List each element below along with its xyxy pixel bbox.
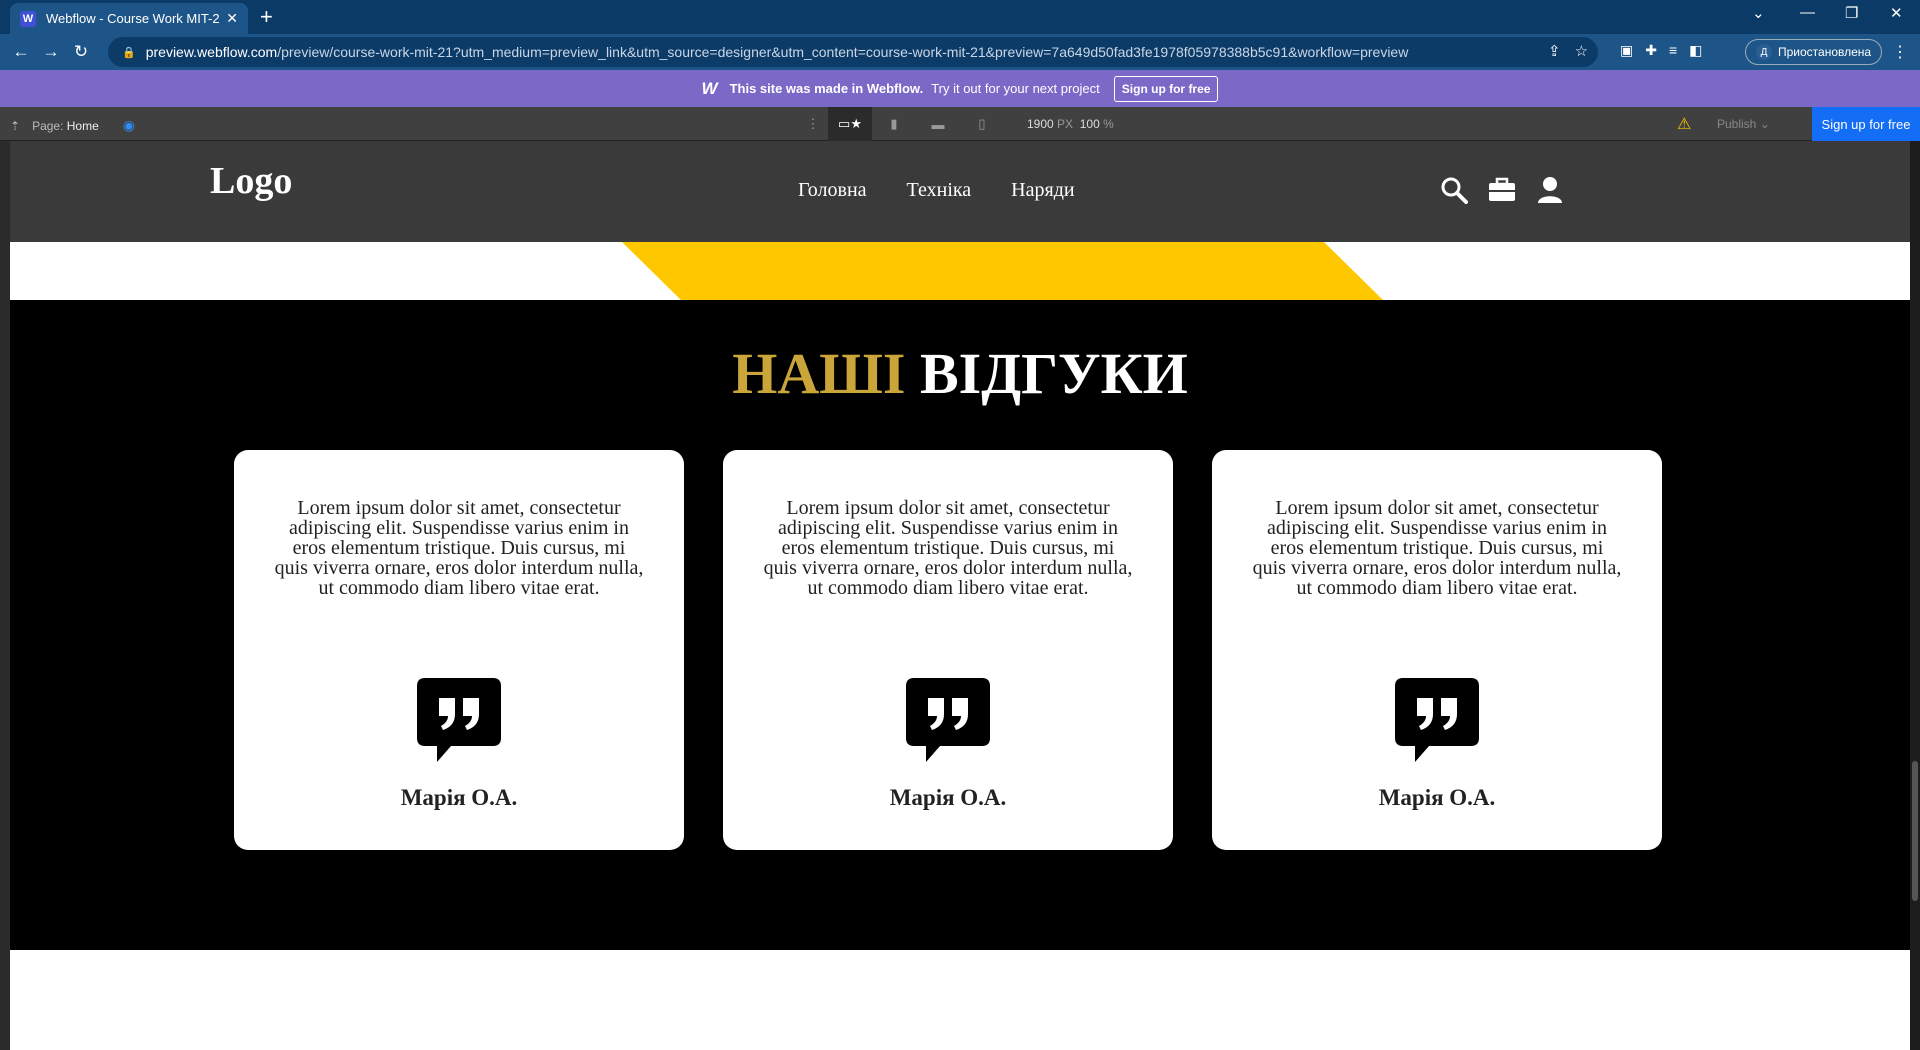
nav-link-outfits[interactable]: Наряди bbox=[1011, 179, 1074, 202]
quote-bubble-icon bbox=[906, 678, 990, 769]
review-text: Lorem ipsum dolor sit amet, consectetur … bbox=[763, 497, 1133, 599]
mobile-breakpoint-icon[interactable]: ▯ bbox=[960, 107, 1004, 141]
made-in-webflow-text: This site was made in Webflow. bbox=[729, 81, 924, 96]
search-icon[interactable] bbox=[1440, 176, 1468, 204]
try-it-text: Try it out for your next project bbox=[931, 81, 1100, 96]
warning-icon[interactable]: ⚠ bbox=[1677, 114, 1691, 134]
tab-title: Webflow - Course Work MIT-21 bbox=[46, 11, 221, 26]
url-host: preview.webflow.com bbox=[145, 44, 278, 60]
canvas-size-readout: 1900 PX 100 % bbox=[1027, 117, 1114, 131]
publish-label: Publish bbox=[1717, 117, 1757, 131]
webflow-banner: W This site was made in Webflow. Try it … bbox=[0, 70, 1920, 107]
bookmark-star-icon[interactable]: ☆ bbox=[1575, 42, 1588, 60]
url-field[interactable]: 🔒 preview.webflow.com/preview/course-wor… bbox=[108, 37, 1598, 67]
side-panel-icon[interactable]: ◧ bbox=[1689, 42, 1702, 59]
url-path: /preview/course-work-mit-21?utm_medium=p… bbox=[277, 44, 1409, 60]
share-icon[interactable]: ⇪ bbox=[1548, 42, 1561, 60]
quote-bubble-icon bbox=[417, 678, 501, 769]
quote-bubble-icon bbox=[1395, 678, 1479, 769]
profile-label: Приостановлена bbox=[1778, 45, 1872, 59]
next-section bbox=[10, 950, 1910, 1050]
main-nav: Головна Техніка Наряди bbox=[798, 179, 1075, 202]
reading-list-icon[interactable]: ≡ bbox=[1669, 42, 1677, 59]
canvas-scrollbar-thumb[interactable] bbox=[1912, 761, 1918, 901]
browser-tab[interactable]: W Webflow - Course Work MIT-21 ✕ bbox=[10, 3, 248, 34]
canvas-scrollbar[interactable] bbox=[1910, 141, 1920, 1050]
briefcase-icon[interactable] bbox=[1488, 176, 1516, 204]
webflow-favicon-icon: W bbox=[20, 10, 36, 27]
profile-button[interactable]: Д Приостановлена bbox=[1745, 39, 1883, 65]
browser-menu-icon[interactable]: ⋮ bbox=[1892, 42, 1908, 62]
new-tab-icon[interactable]: + bbox=[260, 6, 273, 28]
yellow-trapezoid-shape bbox=[622, 242, 1383, 300]
site-page: Logo Головна Техніка Наряди НАШІ ВІДГУКИ… bbox=[10, 141, 1910, 1050]
webflow-logo-icon: W bbox=[701, 78, 718, 98]
designer-canvas: Logo Головна Техніка Наряди НАШІ ВІДГУКИ… bbox=[0, 141, 1920, 1050]
puzzle-extensions-icon[interactable]: ✚ bbox=[1645, 42, 1657, 59]
nav-link-home[interactable]: Головна bbox=[798, 179, 867, 202]
site-logo[interactable]: Logo bbox=[210, 159, 292, 203]
extension-icon[interactable]: ▣ bbox=[1620, 42, 1633, 59]
review-text: Lorem ipsum dolor sit amet, consectetur … bbox=[1252, 497, 1622, 599]
review-card: Lorem ipsum dolor sit amet, consectetur … bbox=[723, 450, 1173, 850]
nav-link-technics[interactable]: Техніка bbox=[907, 179, 972, 202]
reviews-title-white: ВІДГУКИ bbox=[919, 341, 1188, 406]
close-tab-icon[interactable]: ✕ bbox=[226, 10, 238, 27]
accent-stripe bbox=[10, 242, 1910, 300]
preview-eye-icon[interactable]: ◉ bbox=[123, 117, 135, 134]
lock-icon: 🔒 bbox=[122, 46, 136, 59]
minimize-icon[interactable]: — bbox=[1800, 4, 1815, 21]
landscape-breakpoint-icon[interactable]: ▬ bbox=[916, 107, 960, 141]
close-window-icon[interactable]: ✕ bbox=[1890, 4, 1903, 22]
profile-avatar: Д bbox=[1756, 44, 1772, 60]
publish-button[interactable]: Publish ⌄ bbox=[1717, 117, 1770, 131]
reviews-title: НАШІ ВІДГУКИ bbox=[10, 340, 1910, 407]
user-icon[interactable] bbox=[1536, 176, 1564, 204]
forward-icon[interactable]: → bbox=[36, 42, 66, 62]
tab-search-icon[interactable]: ⌄ bbox=[1752, 4, 1765, 22]
tablet-breakpoint-icon[interactable]: ▮ bbox=[872, 107, 916, 141]
more-options-icon[interactable]: ⋮ bbox=[798, 107, 828, 141]
page-selector[interactable]: Page: Home bbox=[32, 119, 99, 133]
address-toolbar: ← → ↻ 🔒 preview.webflow.com/preview/cour… bbox=[0, 34, 1920, 70]
reload-icon[interactable]: ↻ bbox=[66, 42, 96, 62]
toolbar-signup-button[interactable]: Sign up for free bbox=[1812, 107, 1920, 141]
designer-toolbar: ⇡ Page: Home ◉ ⋮ ▭★ ▮ ▬ ▯ 1900 PX 100 % … bbox=[0, 107, 1920, 141]
upload-icon[interactable]: ⇡ bbox=[10, 119, 20, 133]
reviewer-name: Марія О.А. bbox=[1378, 785, 1496, 810]
review-card: Lorem ipsum dolor sit amet, consectetur … bbox=[1212, 450, 1662, 850]
back-icon[interactable]: ← bbox=[6, 42, 36, 62]
site-header: Logo Головна Техніка Наряди bbox=[10, 141, 1910, 242]
desktop-breakpoint-icon[interactable]: ▭★ bbox=[828, 107, 872, 141]
reviews-title-gold: НАШІ bbox=[732, 341, 906, 406]
review-card: Lorem ipsum dolor sit amet, consectetur … bbox=[234, 450, 684, 850]
restore-icon[interactable]: ❐ bbox=[1845, 4, 1858, 22]
reviewer-name: Марія О.А. bbox=[889, 785, 1007, 810]
reviewer-name: Марія О.А. bbox=[400, 785, 518, 810]
banner-signup-button[interactable]: Sign up for free bbox=[1113, 75, 1219, 102]
review-text: Lorem ipsum dolor sit amet, consectetur … bbox=[274, 497, 644, 599]
browser-tab-bar: W Webflow - Course Work MIT-21 ✕ + ⌄ — ❐… bbox=[0, 0, 1920, 34]
reviews-section: НАШІ ВІДГУКИ Lorem ipsum dolor sit amet,… bbox=[10, 300, 1910, 950]
